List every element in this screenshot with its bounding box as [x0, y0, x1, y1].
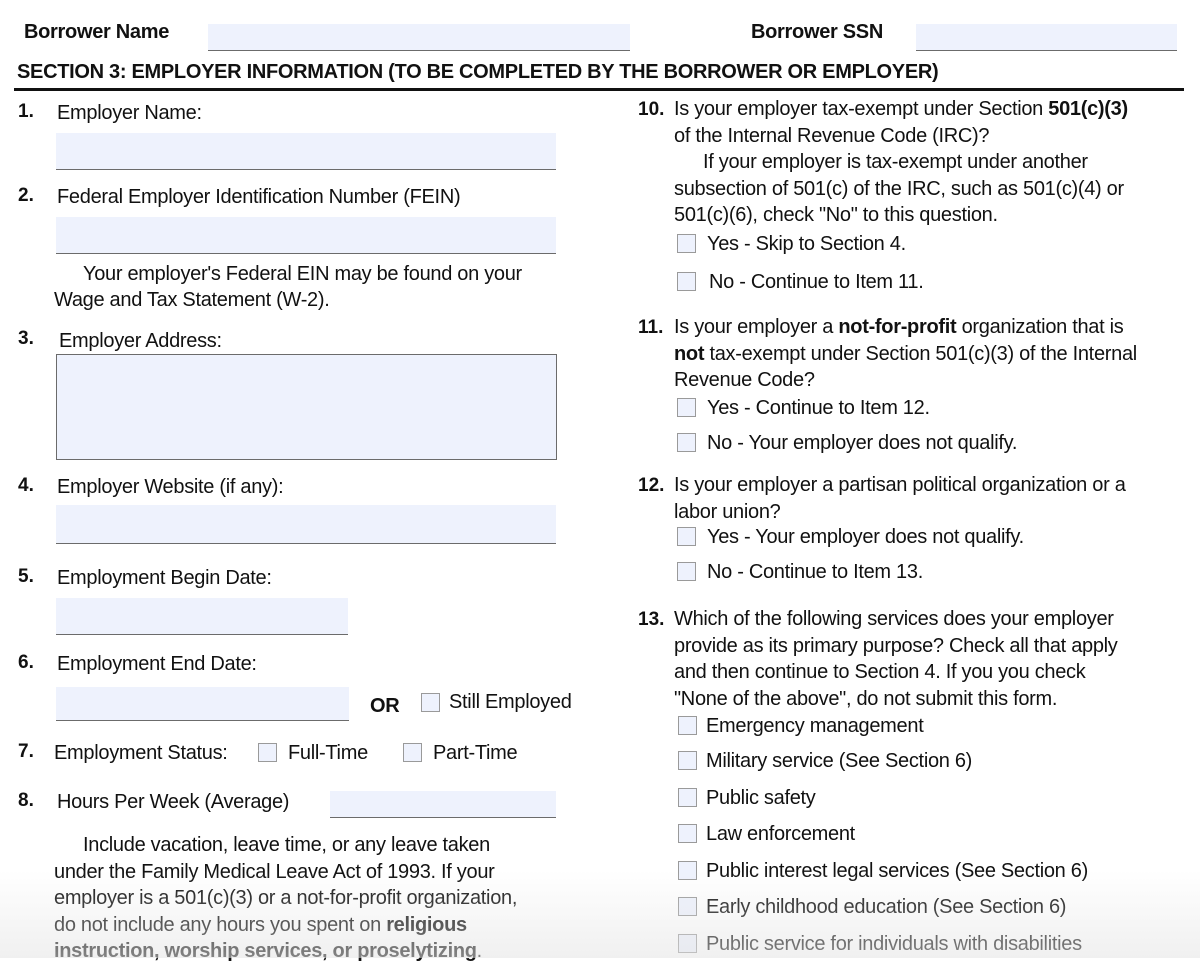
end-date-input[interactable]	[56, 687, 349, 721]
q13-military-service-checkbox[interactable]	[678, 751, 697, 770]
q12-question: Is your employer a partisan political or…	[674, 474, 1126, 523]
q13-option-label: Law enforcement	[706, 823, 855, 845]
q13-disabilities-checkbox[interactable]	[678, 934, 697, 953]
employer-website-input[interactable]	[56, 505, 556, 544]
q10-no-checkbox[interactable]	[677, 272, 696, 291]
q11-yes-checkbox[interactable]	[677, 398, 696, 417]
q13-option-label: Emergency management	[706, 715, 924, 737]
q13-law-enforcement-checkbox[interactable]	[678, 824, 697, 843]
q11-no-label: No - Your employer does not qualify.	[707, 432, 1018, 454]
q10-yes-checkbox[interactable]	[677, 234, 696, 253]
part-time-checkbox[interactable]	[403, 743, 422, 762]
q10-yes-label: Yes - Skip to Section 4.	[707, 233, 906, 255]
q12-yes-checkbox[interactable]	[677, 527, 696, 546]
section-title: SECTION 3: EMPLOYER INFORMATION (TO BE C…	[17, 61, 939, 83]
end-date-label: Employment End Date:	[57, 653, 257, 675]
or-label: OR	[370, 695, 400, 717]
still-employed-label: Still Employed	[449, 691, 572, 713]
q4-number: 4.	[18, 475, 34, 496]
q11-number: 11.	[638, 317, 664, 338]
q12-no-checkbox[interactable]	[677, 562, 696, 581]
q13-early-childhood-checkbox[interactable]	[678, 897, 697, 916]
q8-number: 8.	[18, 790, 34, 811]
q13-emergency-management-checkbox[interactable]	[678, 716, 697, 735]
q12-yes-label: Yes - Your employer does not qualify.	[707, 526, 1024, 548]
q12-no-label: No - Continue to Item 13.	[707, 561, 923, 583]
q5-number: 5.	[18, 566, 34, 587]
full-time-checkbox[interactable]	[258, 743, 277, 762]
part-time-label: Part-Time	[433, 742, 518, 764]
q13-public-interest-legal-checkbox[interactable]	[678, 861, 697, 880]
q10-no-label: No - Continue to Item 11.	[709, 271, 924, 293]
fein-note-line2: Wage and Tax Statement (W-2).	[54, 289, 330, 311]
hours-note: Include vacation, leave time, or any lea…	[54, 832, 574, 965]
q12-number: 12.	[638, 475, 665, 496]
q13-question: Which of the following services does you…	[674, 608, 1118, 710]
employer-name-label: Employer Name:	[57, 102, 202, 124]
full-time-label: Full-Time	[288, 742, 368, 764]
fein-note-line1: Your employer's Federal EIN may be found…	[83, 263, 522, 285]
q11-question: Is your employer a not-for-profit organi…	[674, 316, 1137, 391]
hours-note-line: under the Family Medical Leave Act of 19…	[54, 860, 495, 883]
employer-name-input[interactable]	[56, 133, 556, 170]
fein-label: Federal Employer Identification Number (…	[57, 186, 461, 208]
q1-number: 1.	[18, 101, 34, 122]
q11-yes-label: Yes - Continue to Item 12.	[707, 397, 930, 419]
section-divider	[14, 88, 1184, 91]
employer-address-label: Employer Address:	[59, 330, 222, 352]
q3-number: 3.	[18, 328, 34, 349]
q13-public-safety-checkbox[interactable]	[678, 788, 697, 807]
borrower-name-input[interactable]	[208, 24, 630, 51]
hours-note-line: Include vacation, leave time, or any lea…	[83, 834, 490, 856]
q10-question: Is your employer tax-exempt under Sectio…	[674, 98, 1128, 226]
hours-per-week-input[interactable]	[330, 791, 556, 818]
still-employed-checkbox[interactable]	[421, 693, 440, 712]
begin-date-label: Employment Begin Date:	[57, 567, 272, 589]
q13-option-label: Public interest legal services (See Sect…	[706, 860, 1088, 882]
q11-no-checkbox[interactable]	[677, 433, 696, 452]
q13-option-label: Early childhood education (See Section 6…	[706, 896, 1067, 918]
q7-number: 7.	[18, 741, 34, 762]
hours-note-line: employer is a 501(c)(3) or a not-for-pro…	[54, 887, 518, 909]
employer-address-input[interactable]	[56, 354, 557, 460]
hours-note-line: do not include any hours you spent on re…	[54, 913, 467, 936]
borrower-ssn-input[interactable]	[916, 24, 1177, 51]
borrower-name-label: Borrower Name	[24, 21, 170, 43]
q13-option-label: Public safety	[706, 787, 816, 809]
hours-per-week-label: Hours Per Week (Average)	[57, 791, 290, 813]
q6-number: 6.	[18, 652, 34, 673]
employment-status-label: Employment Status:	[54, 742, 228, 764]
borrower-ssn-label: Borrower SSN	[751, 21, 883, 43]
q13-option-label: Military service (See Section 6)	[706, 750, 973, 772]
q10-number: 10.	[638, 99, 665, 120]
employer-website-label: Employer Website (if any):	[57, 476, 284, 498]
q13-option-label: Public service for individuals with disa…	[706, 933, 1082, 955]
q2-number: 2.	[18, 185, 34, 206]
fein-input[interactable]	[56, 217, 556, 254]
hours-note-line: instruction, worship services, or prosel…	[54, 940, 482, 962]
q13-number: 13.	[638, 609, 665, 630]
begin-date-input[interactable]	[56, 598, 348, 635]
